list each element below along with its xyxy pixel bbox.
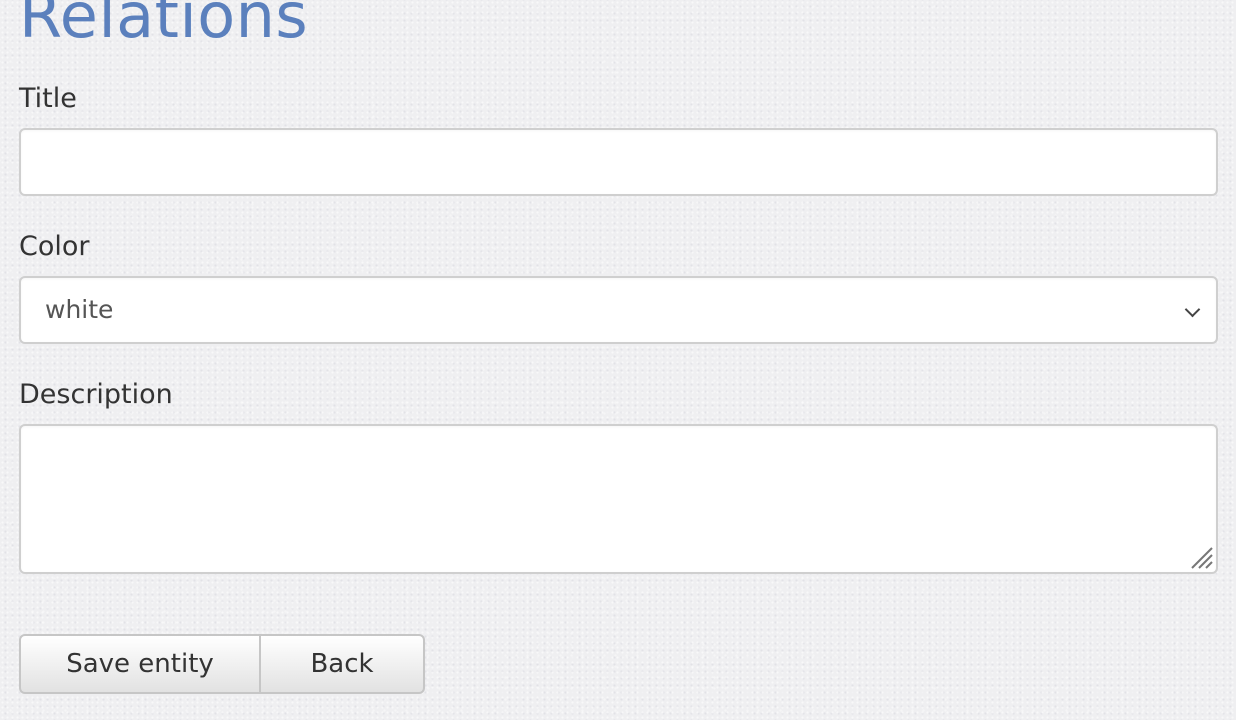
color-select-value: white: [45, 295, 114, 324]
resize-handle-icon[interactable]: [1188, 544, 1214, 570]
title-input[interactable]: [19, 128, 1218, 196]
form-actions: Save entity Back: [19, 634, 425, 694]
back-button[interactable]: Back: [261, 634, 425, 694]
save-entity-button[interactable]: Save entity: [19, 634, 261, 694]
description-textarea[interactable]: [19, 424, 1218, 574]
page-title: Relations: [19, 0, 309, 52]
title-label: Title: [19, 83, 77, 114]
color-select[interactable]: white: [19, 276, 1218, 344]
color-label: Color: [19, 231, 90, 262]
chevron-down-icon: [1184, 301, 1201, 318]
description-label: Description: [19, 379, 173, 410]
